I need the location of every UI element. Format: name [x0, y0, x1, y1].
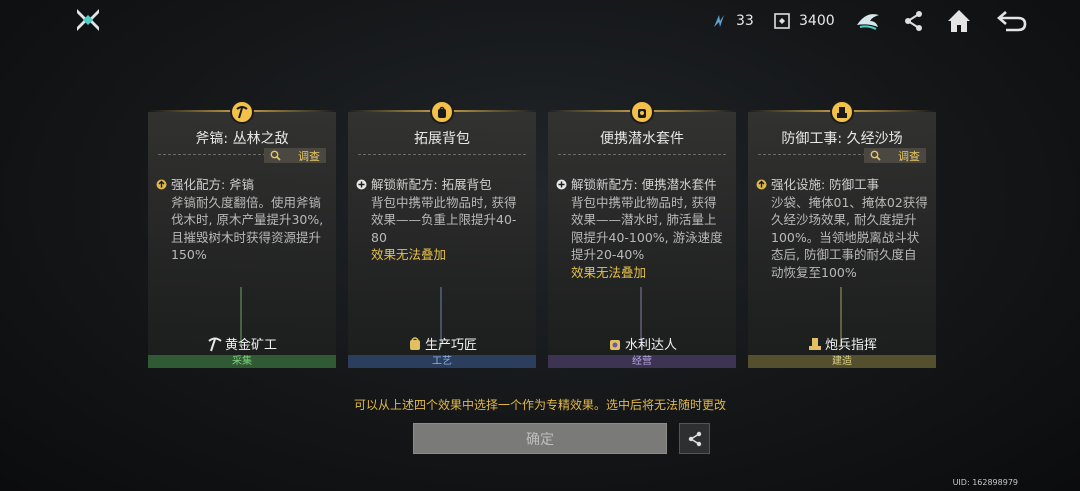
confirm-button[interactable]: 确定 — [413, 423, 667, 454]
card-body-text: 背包中携带此物品时, 获得效果——负重上限提升40-80 — [371, 194, 517, 245]
home-icon[interactable] — [945, 7, 973, 35]
back-icon[interactable] — [996, 7, 1028, 35]
card-prefix: 解锁新配方: 便携潜水套件 — [571, 177, 717, 192]
card-description: 解锁新配方: 拓展背包 背包中携带此物品时, 获得效果——负重上限提升40-80… — [356, 176, 528, 264]
card-body-text: 斧镐耐久度翻倍。使用斧镐伐木时, 原木产量提升30%, 且摧毁树木时获得资源提升… — [171, 194, 324, 263]
pickaxe-role-icon — [208, 337, 222, 352]
role-name: 生产巧匠 — [424, 338, 477, 353]
coin-counter[interactable]: 3400 — [773, 12, 835, 30]
water-role-icon — [609, 340, 620, 350]
energy-count: 33 — [736, 13, 754, 29]
energy-counter[interactable]: 33 — [710, 12, 754, 30]
investigate-label: 调查 — [898, 149, 920, 163]
artillery-role-icon — [808, 338, 821, 350]
craftsman-role-icon — [409, 337, 420, 350]
card-badge — [430, 100, 454, 124]
coin-count: 3400 — [799, 13, 835, 29]
category-bar: 工艺 — [348, 355, 536, 368]
card-body-text: 背包中携带此物品时, 获得效果——潜水时, 肺活量上限提升40-100%, 游泳… — [571, 194, 723, 263]
category-bar: 采集 — [148, 355, 336, 368]
role-label: 水利达人 — [548, 334, 736, 353]
role-label: 生产巧匠 — [348, 334, 536, 353]
coin-icon — [774, 13, 790, 29]
user-id: UID: 162898979 — [952, 478, 1018, 487]
divider — [558, 154, 726, 155]
card-title: 拓展背包 — [414, 131, 470, 147]
investigate-label: 调查 — [298, 149, 320, 163]
specialization-card[interactable]: 防御工事: 久经沙场 调查 强化设施: 防御工事 沙袋、掩体01、掩体02获得久… — [748, 100, 936, 368]
fortification-icon — [837, 107, 847, 118]
upgrade-icon — [756, 179, 767, 190]
share-icon[interactable] — [900, 7, 928, 35]
share-button[interactable] — [679, 423, 710, 454]
card-badge — [230, 100, 254, 124]
diving-kit-icon — [638, 109, 646, 118]
investigate-button[interactable]: 调查 — [264, 148, 326, 163]
card-prefix: 解锁新配方: 拓展背包 — [371, 177, 492, 192]
unlock-icon — [356, 179, 367, 190]
divider — [358, 154, 526, 155]
top-bar: 33 3400 — [0, 0, 1080, 42]
specialization-card[interactable]: 斧镐: 丛林之敌 调查 强化配方: 斧镐 斧镐耐久度翻倍。使用斧镐伐木时, 原木… — [148, 100, 336, 368]
role-name: 黄金矿工 — [224, 338, 277, 353]
investigate-button[interactable]: 调查 — [864, 148, 926, 163]
magnifier-icon — [270, 150, 281, 161]
category-bar: 经营 — [548, 355, 736, 368]
card-badge — [630, 100, 654, 124]
selection-hint: 可以从上述四个效果中选择一个作为专精效果。选中后将无法随时更改 — [353, 398, 726, 412]
guild-emblem-icon[interactable] — [854, 7, 882, 35]
upgrade-icon — [156, 179, 167, 190]
backpack-icon — [438, 106, 446, 118]
card-prefix: 强化配方: 斧镐 — [171, 177, 255, 192]
card-title: 便携潜水套件 — [600, 131, 684, 147]
card-description: 强化配方: 斧镐 斧镐耐久度翻倍。使用斧镐伐木时, 原木产量提升30%, 且摧毁… — [156, 176, 328, 264]
role-name: 炮兵指挥 — [824, 338, 877, 353]
card-description: 解锁新配方: 便携潜水套件 背包中携带此物品时, 获得效果——潜水时, 肺活量上… — [556, 176, 728, 281]
category-bar: 建造 — [748, 355, 936, 368]
share-icon — [688, 431, 701, 446]
unlock-icon — [556, 179, 567, 190]
energy-icon — [714, 15, 724, 27]
no-stack-warning: 效果无法叠加 — [571, 264, 647, 280]
role-label: 黄金矿工 — [148, 334, 336, 353]
card-prefix: 强化设施: 防御工事 — [771, 177, 880, 192]
specialization-card[interactable]: 拓展背包 解锁新配方: 拓展背包 背包中携带此物品时, 获得效果——负重上限提升… — [348, 100, 536, 368]
role-label: 炮兵指挥 — [748, 334, 936, 353]
magnifier-icon — [870, 150, 881, 161]
card-badge — [830, 100, 854, 124]
card-body-text: 沙袋、掩体01、掩体02获得久经沙场效果, 耐久度提升100%。当领地脱离战斗状… — [771, 194, 928, 280]
specialization-card[interactable]: 便携潜水套件 解锁新配方: 便携潜水套件 背包中携带此物品时, 获得效果——潜水… — [548, 100, 736, 368]
pickaxe-icon — [236, 106, 248, 119]
role-name: 水利达人 — [624, 338, 677, 353]
card-title: 斧镐: 丛林之敌 — [195, 131, 289, 147]
card-description: 强化设施: 防御工事 沙袋、掩体01、掩体02获得久经沙场效果, 耐久度提升10… — [756, 176, 928, 281]
no-stack-warning: 效果无法叠加 — [371, 247, 447, 262]
crossed-blades-logo[interactable] — [74, 6, 102, 34]
card-title: 防御工事: 久经沙场 — [781, 131, 903, 147]
